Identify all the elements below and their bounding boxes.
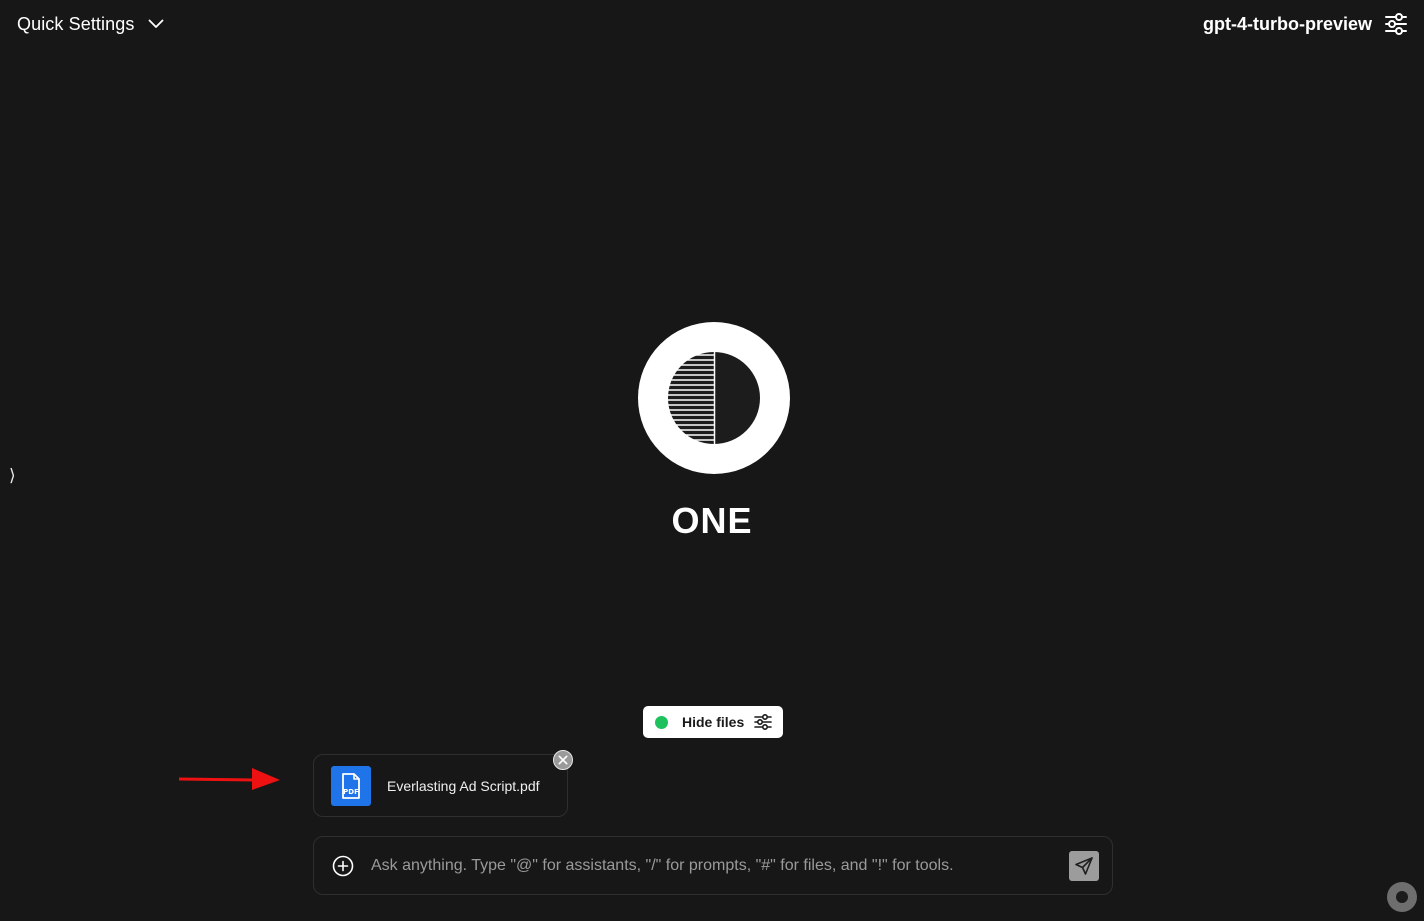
file-name: Everlasting Ad Script.pdf [387, 777, 540, 794]
model-selector[interactable]: gpt-4-turbo-preview [1203, 10, 1408, 38]
hide-files-button[interactable]: Hide files [643, 706, 783, 738]
chat-input[interactable] [371, 851, 1051, 881]
sliders-icon [754, 714, 772, 730]
chevron-down-icon [148, 19, 164, 29]
hide-files-label: Hide files [682, 714, 745, 730]
quick-settings-dropdown[interactable]: Quick Settings [17, 10, 164, 38]
add-attachment-button[interactable] [332, 855, 354, 877]
remove-file-button[interactable] [553, 750, 573, 770]
quick-settings-label: Quick Settings [17, 13, 135, 34]
assistant-dot-icon [1396, 891, 1408, 903]
pdf-file-icon: PDF [331, 765, 371, 806]
files-status-dot [655, 715, 668, 729]
send-icon [1075, 857, 1093, 875]
floating-assistant-button[interactable] [1387, 882, 1417, 912]
pdf-badge-text: PDF [343, 788, 359, 796]
model-name: gpt-4-turbo-preview [1203, 13, 1372, 34]
plus-circle-icon [332, 855, 354, 877]
send-button[interactable] [1069, 851, 1099, 881]
app-logo [637, 321, 791, 475]
brand-name: ONE [671, 500, 753, 541]
sliders-icon[interactable] [1384, 13, 1408, 35]
attached-file-card[interactable]: PDF Everlasting Ad Script.pdf [313, 754, 568, 817]
annotation-arrow-icon [178, 766, 282, 792]
close-icon [553, 750, 573, 770]
app-page: Quick Settings gpt-4-turbo-preview ⟩ ONE… [0, 0, 1424, 921]
chat-composer [313, 836, 1113, 895]
sidebar-toggle-button[interactable]: ⟩ [9, 466, 16, 486]
